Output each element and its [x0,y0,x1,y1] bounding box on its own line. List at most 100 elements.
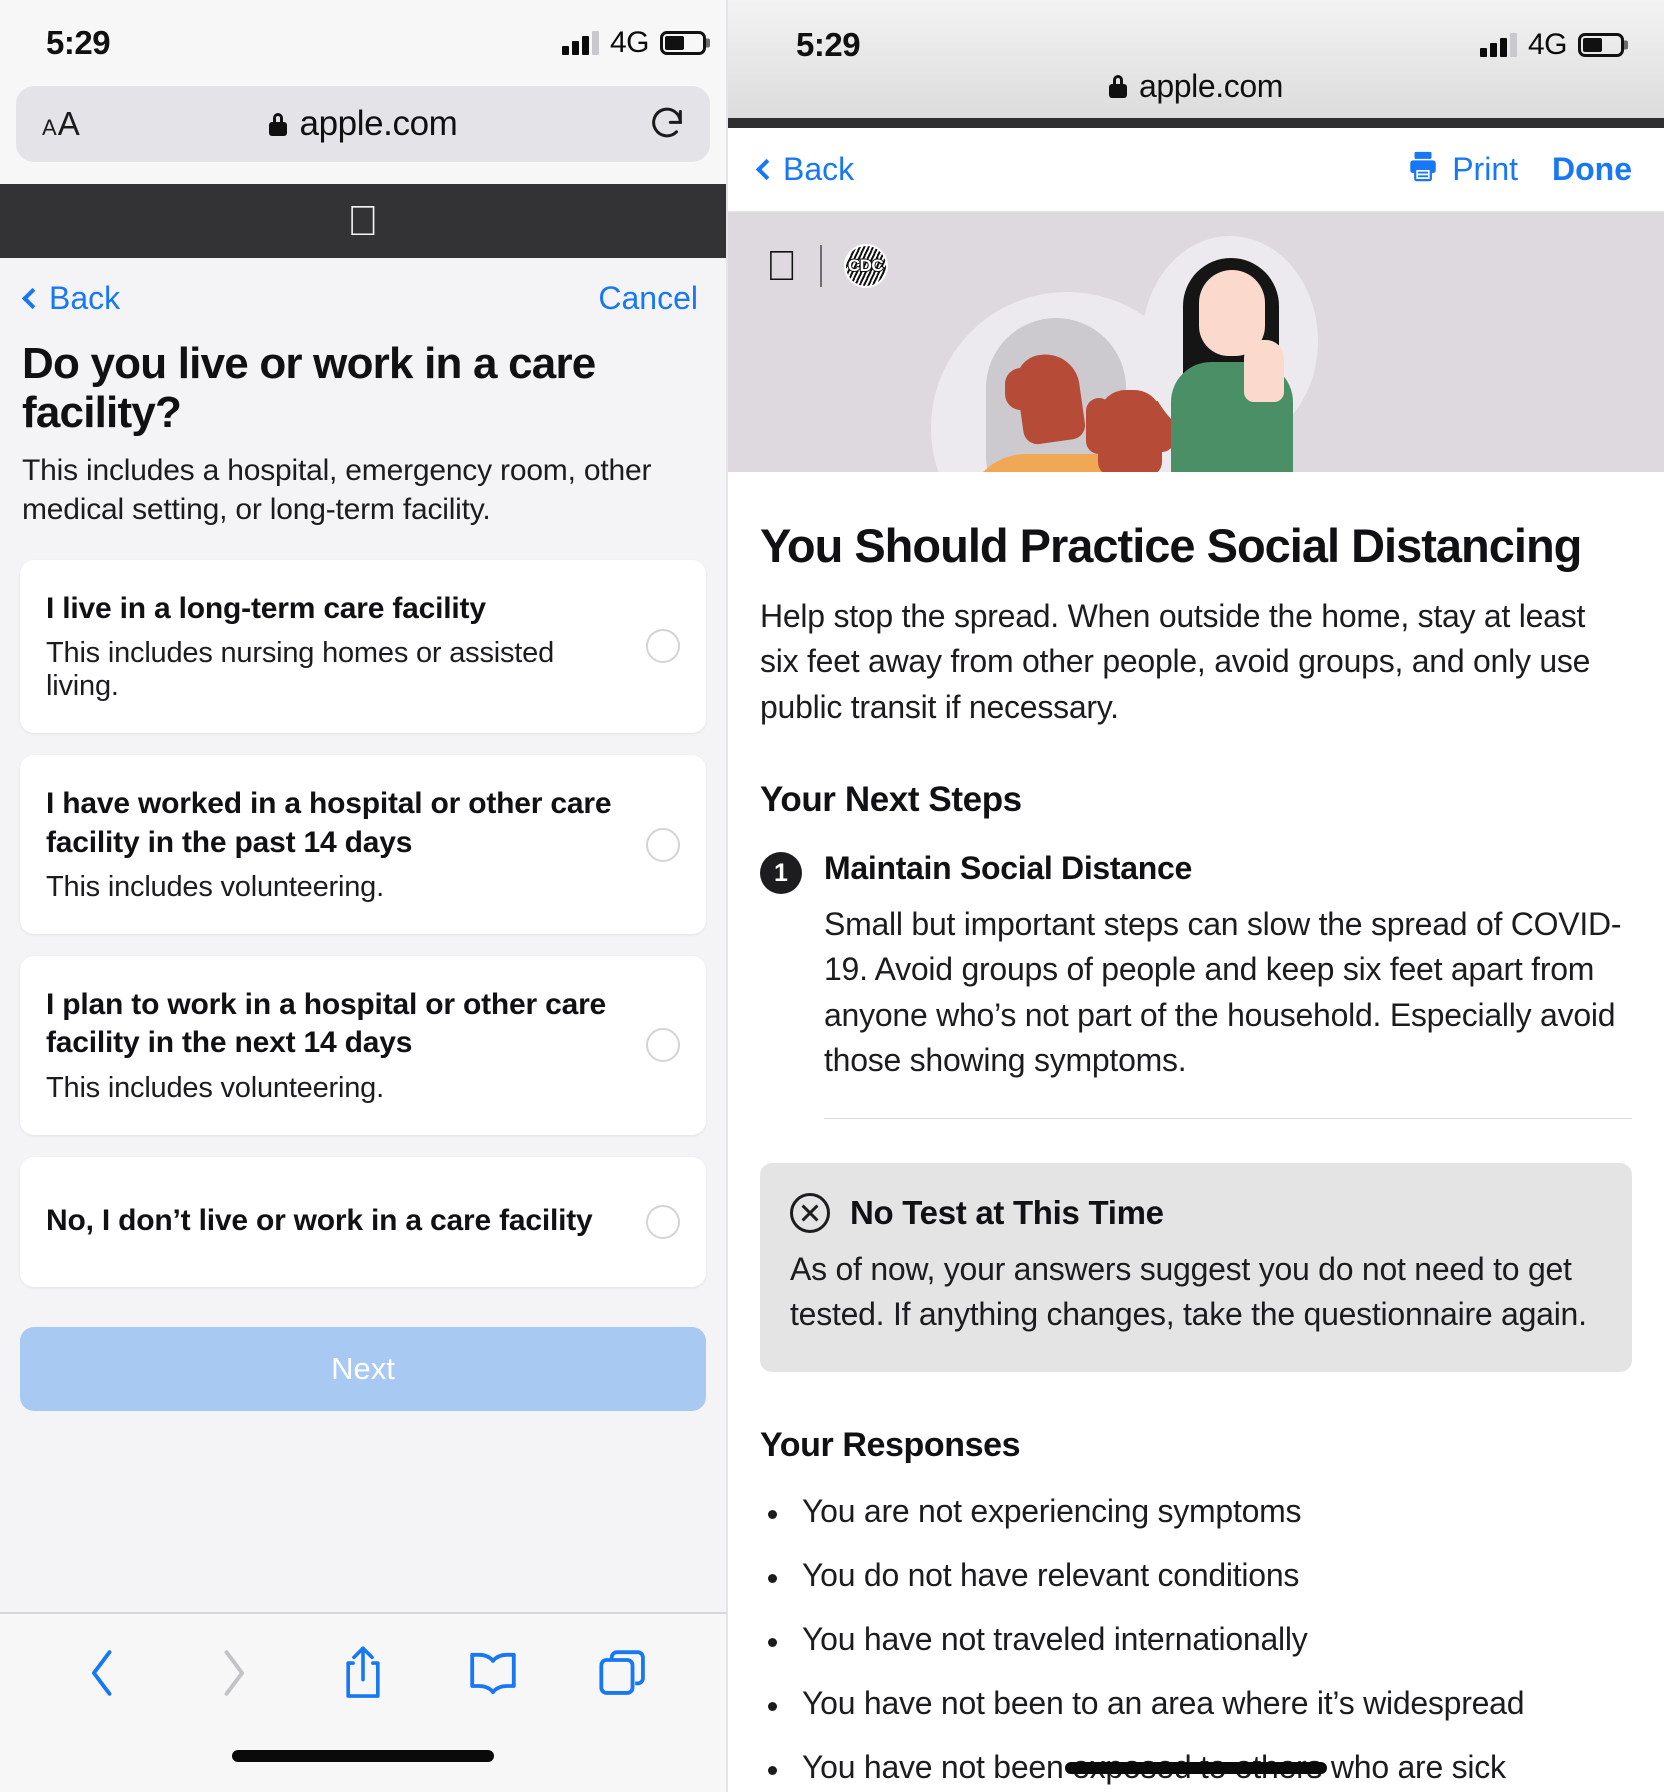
back-label: Back [49,280,121,316]
step-number-badge: 1 [760,852,802,894]
option-title: I have worked in a hospital or other car… [46,787,612,859]
option-title: I plan to work in a hospital or other ca… [46,987,607,1060]
network-type-label: 4G [1527,28,1568,61]
option-card[interactable]: No, I don’t live or work in a care facil… [20,1156,706,1287]
toolbar-icons [0,1614,726,1702]
chevron-left-icon [755,158,778,181]
modal-nav-bar: Back Print Done [728,128,1664,212]
logo-divider [819,245,822,287]
option-card[interactable]: I live in a long-term care facility This… [20,559,706,734]
status-time: 5:29 [796,26,861,63]
next-button[interactable]: Next [20,1326,706,1411]
right-status-bar: 5:29 4G apple.com [728,0,1664,118]
step-text: Small but important steps can slow the s… [824,906,1622,1079]
url-display: apple.com [16,104,710,144]
option-radio[interactable] [646,629,680,664]
address-bar[interactable]: A A apple.com [16,86,710,162]
lock-icon [268,112,287,136]
right-phone-panel: 5:29 4G apple.com Back Print Done CDC Yo… [728,0,1664,1792]
left-status-bar: 5:29 4G [0,0,726,86]
battery-icon [660,31,706,55]
notice-card: No Test at This Time As of now, your ans… [760,1162,1632,1372]
back-button[interactable]: Back [754,151,854,188]
option-radio[interactable] [646,827,680,862]
option-title: No, I don’t live or work in a care facil… [46,1204,593,1238]
responses-list: You are not experiencing symptoms You do… [760,1493,1632,1792]
option-title: I live in a long-term care facility [46,591,486,625]
cancel-button[interactable]: Cancel [598,280,698,317]
reload-icon[interactable] [646,103,688,145]
hero-logos:  CDC [766,244,888,288]
text-size-button[interactable]: A A [42,105,80,143]
option-description: This includes volunteering. [46,870,384,903]
option-card[interactable]: I have worked in a hospital or other car… [20,755,706,934]
step-item: 1 Maintain Social Distance Small but imp… [760,850,1632,1084]
done-button[interactable]: Done [1552,151,1632,188]
signal-strength-icon [561,31,599,55]
share-icon[interactable] [334,1644,392,1702]
options-list: I live in a long-term care facility This… [0,530,726,1287]
waving-hand-right-finger-a [1086,398,1112,454]
lock-icon [1108,75,1127,98]
status-time: 5:29 [46,24,111,61]
x-circle-icon [790,1192,830,1233]
question-subtitle: This includes a hospital, emergency room… [22,453,652,527]
list-item: You have not been to an area where it’s … [760,1685,1632,1722]
apple-logo-icon:  [347,200,379,242]
battery-icon [1578,33,1624,57]
url-text: apple.com [299,104,458,143]
url-display: apple.com [728,68,1664,105]
result-intro: Help stop the spread. When outside the h… [760,597,1591,725]
next-steps-title: Your Next Steps [760,780,1022,819]
cdc-label: CDC [816,255,885,276]
option-description: This includes nursing homes or assisted … [46,637,554,703]
result-content: You Should Practice Social Distancing He… [728,472,1664,1792]
status-indicators: 4G [1479,28,1624,62]
young-figure-hand [1244,340,1284,402]
list-item: You are not experiencing symptoms [760,1493,1632,1530]
browser-toolbar [0,1612,726,1792]
status-indicators: 4G [561,26,706,60]
hero-illustration:  CDC [728,212,1664,472]
chevron-left-icon[interactable] [74,1644,132,1702]
notice-text: As of now, your answers suggest you do n… [790,1250,1587,1333]
step-divider [824,1117,1632,1119]
printer-icon [1406,149,1440,191]
waving-hand-left-thumb [1005,368,1039,410]
print-label: Print [1452,151,1518,187]
left-page-content: Back Cancel Do you live or work in a car… [0,258,726,1602]
left-url-bar-container: A A apple.com [0,86,726,184]
list-item: You do not have relevant conditions [760,1557,1632,1594]
home-indicator [232,1750,494,1762]
nav-actions: Print Done [1406,149,1632,191]
questionnaire-nav: Back Cancel [0,258,726,317]
notice-title: No Test at This Time [850,1193,1164,1231]
question-title: Do you live or work in a care facility? [22,339,596,438]
back-button[interactable]: Back [20,280,120,317]
text-size-large-a: A [57,105,80,142]
print-button[interactable]: Print [1406,149,1518,191]
two-phone-screenshot: 5:29 4G A A apple.com Back Cancel Do you… [0,0,1664,1792]
cdc-logo-icon: CDC [816,244,888,288]
tabs-icon[interactable] [594,1644,652,1702]
notice-header: No Test at This Time [790,1192,1602,1233]
back-label: Back [783,151,855,187]
responses-title: Your Responses [760,1425,1021,1464]
chevron-right-icon [204,1644,262,1702]
step-title: Maintain Social Distance [824,850,1193,886]
network-type-label: 4G [609,26,650,59]
chevron-left-icon [21,287,44,310]
status-divider [728,118,1664,128]
option-description: This includes volunteering. [46,1071,384,1104]
url-text: apple.com [1138,68,1284,104]
left-phone-panel: 5:29 4G A A apple.com Back Cancel Do you… [0,0,728,1792]
result-heading: You Should Practice Social Distancing [760,519,1582,572]
option-radio[interactable] [646,1028,680,1063]
book-icon[interactable] [464,1644,522,1702]
signal-strength-icon [1479,33,1517,57]
step-body: Maintain Social Distance Small but impor… [824,850,1632,1084]
home-indicator [1065,1762,1327,1774]
option-radio[interactable] [646,1204,680,1239]
option-card[interactable]: I plan to work in a hospital or other ca… [20,955,706,1135]
text-size-small-a: A [42,115,57,140]
